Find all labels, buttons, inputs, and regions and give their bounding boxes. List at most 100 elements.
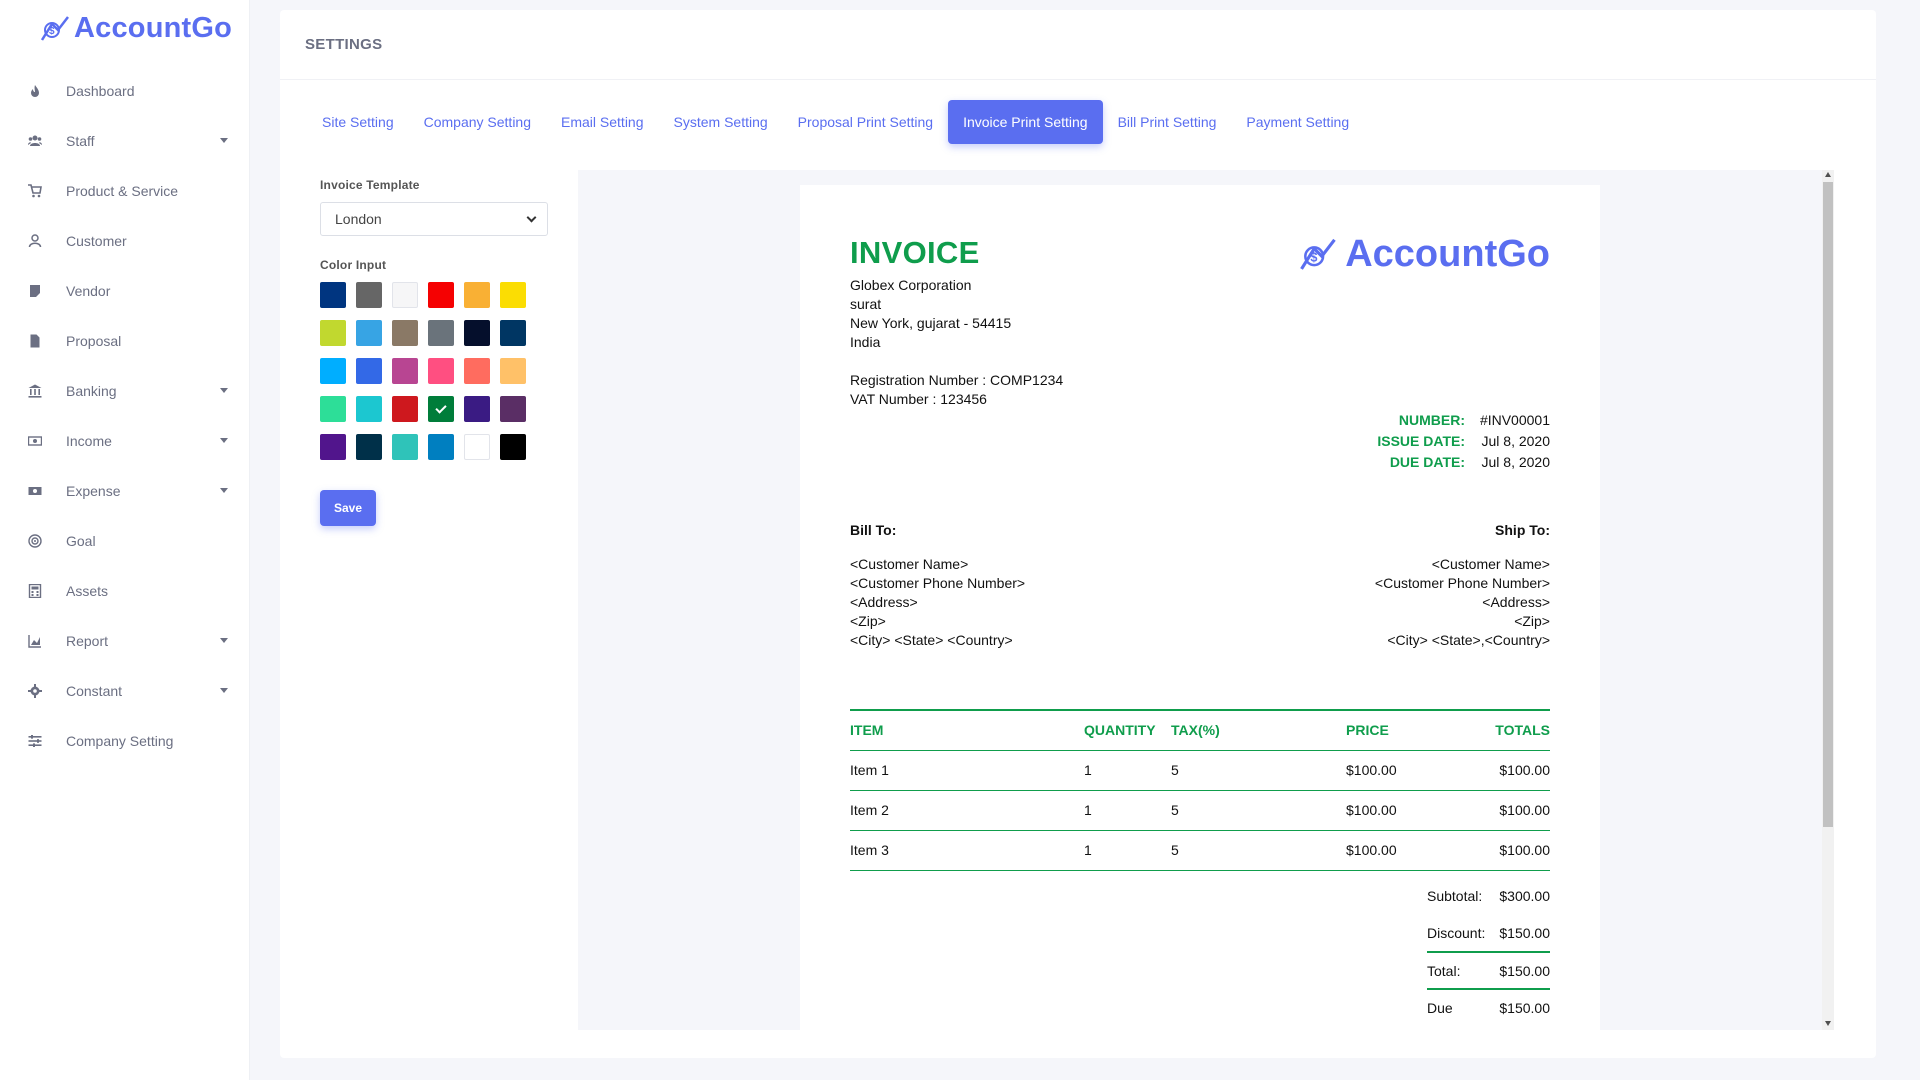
items-table: ITEM QUANTITY TAX(%) PRICE TOTALS Item 1…	[850, 709, 1550, 871]
sidebar-item-label: Banking	[66, 383, 117, 399]
sidebar-item-expense[interactable]: Expense	[0, 466, 250, 516]
table-row: Item 3 1 5 $100.00 $100.00	[850, 830, 1550, 870]
chevron-down-icon	[527, 212, 537, 222]
discount-row: Discount: $150.00	[1427, 914, 1550, 951]
color-swatch[interactable]	[392, 358, 418, 384]
chevron-down-icon	[220, 638, 228, 643]
color-swatch[interactable]	[428, 282, 454, 308]
due-date-value: Jul 8, 2020	[1465, 452, 1550, 473]
due-date-row: DUE DATE: Jul 8, 2020	[1377, 452, 1550, 473]
color-swatch[interactable]	[464, 396, 490, 422]
color-swatch[interactable]	[356, 396, 382, 422]
invoice-preview: INVOICE $ AccountGo Globex Corporation s…	[578, 170, 1834, 1030]
color-swatch[interactable]	[428, 434, 454, 460]
sidebar-item-report[interactable]: Report	[0, 616, 250, 666]
total-row: Total: $150.00	[1427, 951, 1550, 988]
column-header: TAX(%)	[1171, 710, 1346, 750]
save-button[interactable]: Save	[320, 490, 376, 526]
invoice-number-row: NUMBER: #INV00001	[1377, 410, 1550, 431]
company-line: surat	[850, 295, 1011, 314]
color-swatch[interactable]	[500, 434, 526, 460]
total-label: Total:	[1427, 963, 1460, 979]
sidebar-item-income[interactable]: Income	[0, 416, 250, 466]
color-swatch[interactable]	[428, 320, 454, 346]
logo-text: AccountGo	[74, 12, 232, 45]
invoice-number-label: NUMBER:	[1399, 410, 1465, 431]
ship-to-line: <Customer Phone Number>	[1375, 574, 1550, 593]
sidebar-item-dashboard[interactable]: Dashboard	[0, 66, 250, 116]
table-cell: 1	[1084, 750, 1171, 790]
company-line: India	[850, 333, 1011, 352]
sidebar-item-label: Constant	[66, 683, 122, 699]
color-swatch[interactable]	[428, 396, 454, 422]
color-swatch[interactable]	[500, 320, 526, 346]
color-swatch[interactable]	[356, 434, 382, 460]
color-swatch[interactable]	[320, 282, 346, 308]
scroll-thumb[interactable]	[1823, 182, 1833, 827]
tab-email-setting[interactable]: Email Setting	[546, 100, 658, 144]
color-swatch[interactable]	[392, 396, 418, 422]
ship-to-address: <Customer Name> <Customer Phone Number> …	[1375, 555, 1550, 650]
tab-system-setting[interactable]: System Setting	[659, 100, 783, 144]
sidebar-item-assets[interactable]: Assets	[0, 566, 250, 616]
due-amount-label: Due	[1427, 1000, 1453, 1016]
file-icon	[28, 334, 42, 348]
users-icon	[28, 134, 42, 148]
sidebar-item-constant[interactable]: Constant	[0, 666, 250, 716]
tab-bill-print-setting[interactable]: Bill Print Setting	[1103, 100, 1232, 144]
color-swatch[interactable]	[320, 434, 346, 460]
color-swatch[interactable]	[320, 358, 346, 384]
sidebar-item-company-setting[interactable]: Company Setting	[0, 716, 250, 766]
tab-company-setting[interactable]: Company Setting	[409, 100, 546, 144]
scroll-down-arrow-icon[interactable]	[1825, 1021, 1831, 1026]
color-swatch[interactable]	[356, 320, 382, 346]
sidebar-item-staff[interactable]: Staff	[0, 116, 250, 166]
tab-site-setting[interactable]: Site Setting	[307, 100, 409, 144]
color-swatch[interactable]	[500, 358, 526, 384]
ship-to-line: <City> <State>,<Country>	[1375, 631, 1550, 650]
sidebar-item-label: Customer	[66, 233, 127, 249]
color-swatch[interactable]	[464, 282, 490, 308]
ship-to-line: <Address>	[1375, 593, 1550, 612]
bill-to-line: <City> <State> <Country>	[850, 631, 1025, 650]
tab-invoice-print-setting[interactable]: Invoice Print Setting	[948, 100, 1103, 144]
sidebar-item-banking[interactable]: Banking	[0, 366, 250, 416]
color-swatch[interactable]	[356, 358, 382, 384]
color-swatch[interactable]	[464, 434, 490, 460]
company-line: Globex Corporation	[850, 276, 1011, 295]
color-swatch[interactable]	[320, 320, 346, 346]
color-swatch[interactable]	[320, 396, 346, 422]
sidebar-item-product-service[interactable]: Product & Service	[0, 166, 250, 216]
color-swatch[interactable]	[356, 282, 382, 308]
tab-proposal-print-setting[interactable]: Proposal Print Setting	[783, 100, 948, 144]
registration-number: Registration Number : COMP1234	[850, 371, 1063, 390]
app-logo[interactable]: $ AccountGo	[38, 12, 232, 45]
company-line: New York, gujarat - 54415	[850, 314, 1011, 333]
table-cell: $100.00	[1466, 750, 1550, 790]
tab-payment-setting[interactable]: Payment Setting	[1231, 100, 1364, 144]
sidebar-item-proposal[interactable]: Proposal	[0, 316, 250, 366]
scroll-up-arrow-icon[interactable]	[1825, 172, 1831, 177]
wallet-icon	[28, 484, 42, 498]
color-swatch[interactable]	[464, 358, 490, 384]
chevron-down-icon	[220, 438, 228, 443]
invoice-number-value: #INV00001	[1465, 410, 1550, 431]
color-swatch[interactable]	[500, 282, 526, 308]
sidebar-item-customer[interactable]: Customer	[0, 216, 250, 266]
due-amount-value: $150.00	[1499, 1000, 1550, 1016]
color-swatch[interactable]	[428, 358, 454, 384]
sidebar-item-goal[interactable]: Goal	[0, 516, 250, 566]
chevron-down-icon	[220, 388, 228, 393]
issue-date-value: Jul 8, 2020	[1465, 431, 1550, 452]
color-swatch[interactable]	[392, 282, 418, 308]
color-swatch[interactable]	[464, 320, 490, 346]
color-swatch[interactable]	[500, 396, 526, 422]
sidebar-item-vendor[interactable]: Vendor	[0, 266, 250, 316]
sidebar-item-label: Dashboard	[66, 83, 135, 99]
sidebar-item-label: Expense	[66, 483, 120, 499]
invoice-template-select[interactable]: London	[320, 202, 548, 236]
check-icon	[435, 402, 446, 413]
color-swatch[interactable]	[392, 320, 418, 346]
preview-scrollbar[interactable]	[1822, 170, 1834, 1030]
color-swatch[interactable]	[392, 434, 418, 460]
